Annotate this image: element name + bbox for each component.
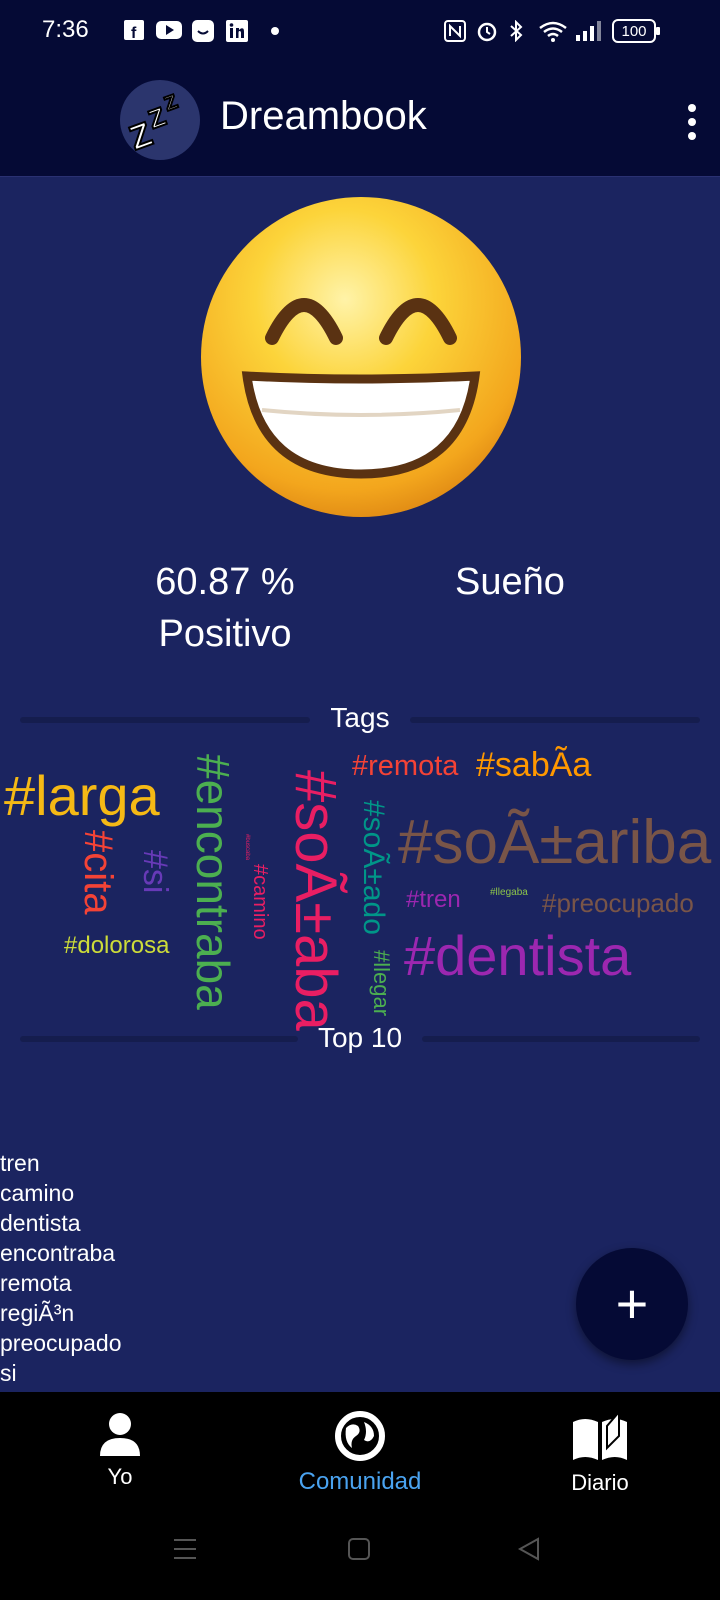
nav-diario[interactable]: Diario (500, 1410, 700, 1496)
list-item: preocupado (0, 1330, 122, 1356)
app-bar: Z Z Z Dreambook (0, 64, 720, 177)
tag-buscaba[interactable]: #buscaba (244, 834, 250, 860)
tag-cita[interactable]: #cita (76, 830, 120, 915)
nav-diario-label: Diario (571, 1470, 629, 1495)
tag-llegar[interactable]: #llegar (369, 950, 394, 1016)
globe-icon (335, 1411, 385, 1461)
bluetooth-icon (510, 20, 523, 42)
sleep-zzz-icon: Z Z Z (124, 90, 182, 159)
list-item: si (0, 1360, 17, 1386)
plus-icon: + (615, 1272, 649, 1335)
message-icon (192, 20, 214, 42)
category-label: Sueño (455, 561, 565, 603)
tag-si[interactable]: #si (136, 850, 174, 893)
top10-list: tren camino dentista encontraba remota r… (0, 1148, 122, 1388)
add-entry-button[interactable]: + (576, 1248, 688, 1360)
sentiment-percent: 60.87 % (155, 561, 295, 603)
list-item: camino (0, 1180, 75, 1206)
youtube-icon (156, 21, 182, 39)
app-title: Dreambook (220, 94, 427, 138)
alarm-icon (477, 22, 497, 42)
status-time: 7:36 (42, 16, 89, 43)
book-icon (573, 1410, 627, 1460)
list-item: tren (0, 1150, 40, 1176)
facebook-icon: f (124, 20, 144, 40)
svg-text:f: f (131, 25, 137, 40)
home-icon[interactable] (346, 1536, 372, 1562)
person-icon (100, 1413, 140, 1456)
list-item: remota (0, 1270, 72, 1296)
tag-encontraba[interactable]: #encontraba (187, 754, 239, 1010)
tag-soaba[interactable]: #soÃ±aba (283, 770, 348, 1031)
tag-dolorosa[interactable]: #dolorosa (64, 934, 169, 958)
nav-yo[interactable]: Yo (20, 1410, 220, 1490)
tag-larga[interactable]: #larga (4, 768, 160, 824)
list-item: dentista (0, 1210, 81, 1236)
wifi-icon (539, 21, 567, 42)
tag-tren[interactable]: #tren (406, 888, 461, 912)
battery-level: 100 (621, 23, 647, 40)
tag-remota[interactable]: #remota (352, 752, 458, 781)
top10-title: Top 10 (317, 1022, 403, 1053)
nav-comunidad-label: Comunidad (298, 1468, 422, 1495)
list-item: encontraba (0, 1240, 116, 1266)
more-options-icon[interactable] (682, 102, 702, 142)
list-item: regiÃ³n (0, 1300, 75, 1326)
app-logo: Z Z Z (120, 80, 200, 160)
bottom-navigation: Yo Comunidad Diario (0, 1392, 720, 1600)
top10-divider-left (20, 1036, 298, 1042)
tag-sabia[interactable]: #sabÃa (476, 748, 591, 782)
top10-divider-right (422, 1036, 700, 1042)
grinning-face-icon (201, 197, 521, 517)
menu-icon[interactable] (172, 1536, 198, 1562)
status-bar: 7:36 f 100 (0, 0, 720, 64)
signal-icon (576, 21, 601, 41)
sentiment-summary: 60.87 % Positivo (130, 556, 320, 660)
svg-text:Z: Z (162, 91, 181, 116)
nav-comunidad[interactable]: Comunidad (260, 1410, 460, 1496)
nav-yo-label: Yo (107, 1464, 133, 1489)
tags-title: Tags (330, 702, 390, 733)
linkedin-icon (226, 20, 248, 42)
tag-dentista[interactable]: #dentista (404, 928, 631, 984)
tag-llegaba[interactable]: #llegaba (490, 888, 528, 898)
tag-soariba[interactable]: #soÃ±ariba (398, 812, 711, 874)
tag-camino[interactable]: #camino (249, 864, 271, 940)
tag-soado[interactable]: #soÃ±ado (357, 800, 390, 935)
tag-preocupado[interactable]: #preocupado (542, 890, 694, 916)
tags-divider-left (20, 717, 310, 723)
tags-divider-right (410, 717, 700, 723)
back-icon[interactable] (516, 1536, 542, 1562)
nfc-icon (444, 20, 466, 42)
sentiment-label: Positivo (158, 613, 292, 655)
dot-icon (271, 27, 279, 35)
